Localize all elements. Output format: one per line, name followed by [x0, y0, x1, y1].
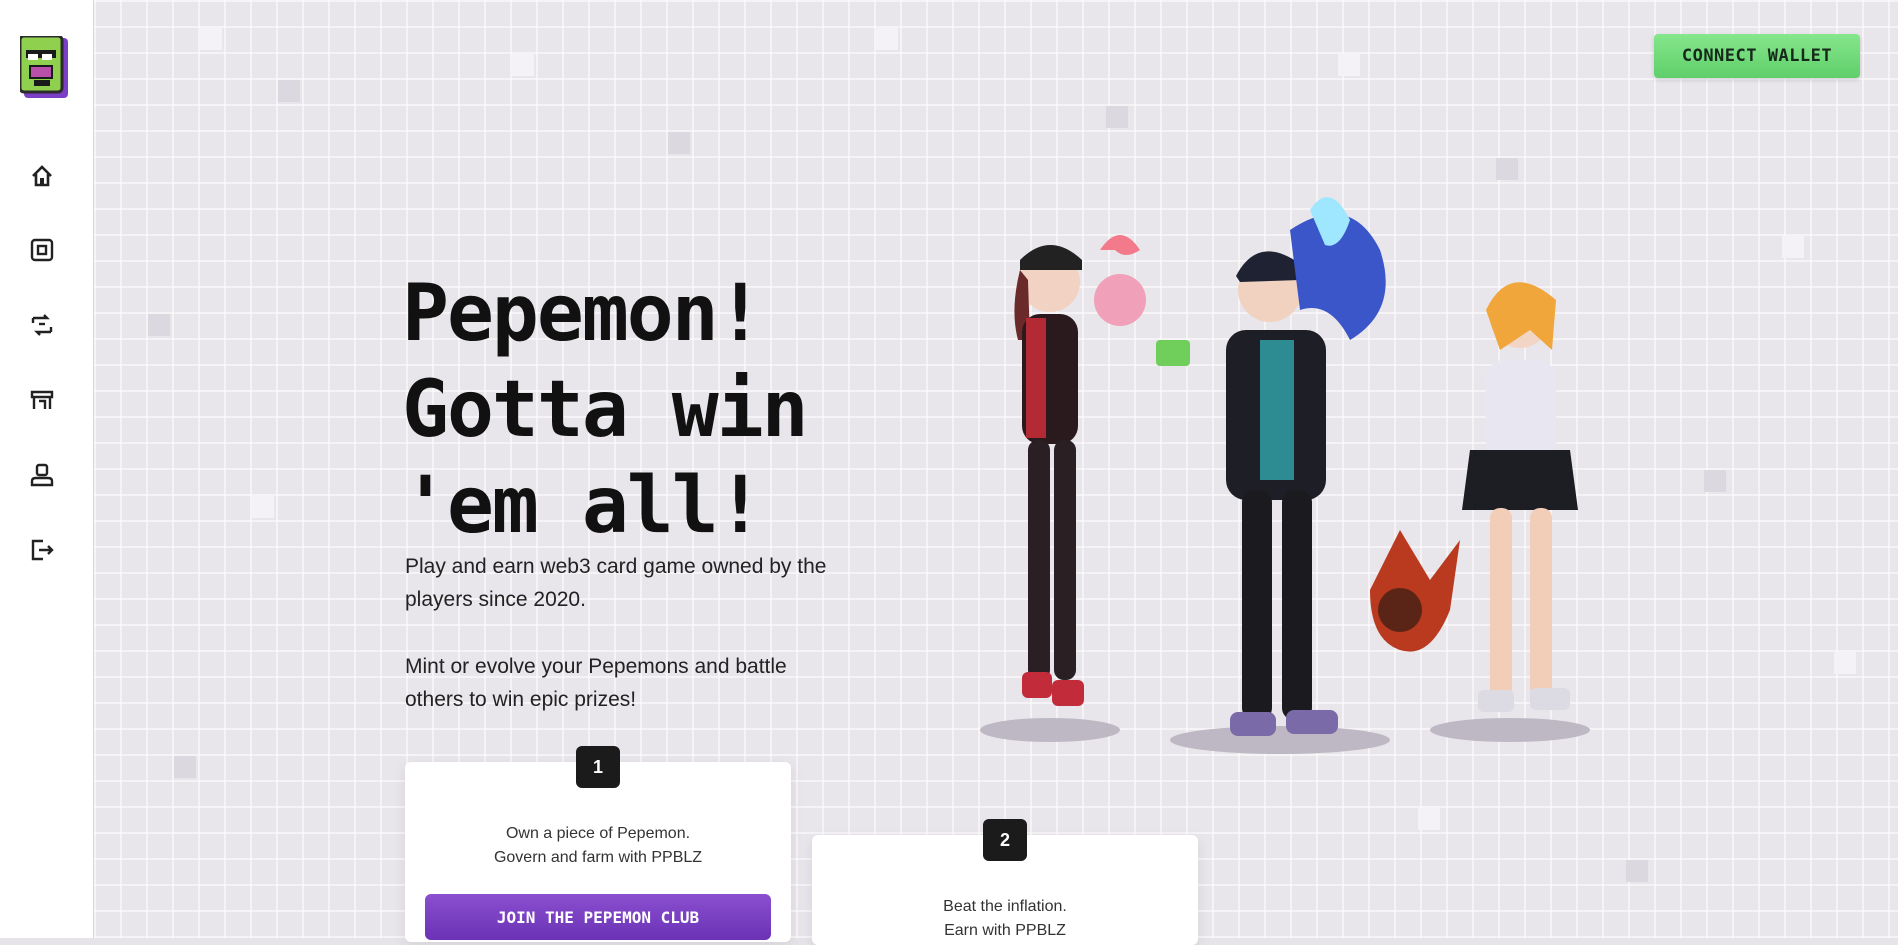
- step-number-badge: 2: [983, 819, 1027, 861]
- store-icon: [30, 390, 54, 409]
- home-icon: [32, 165, 52, 187]
- nav-logout[interactable]: [22, 530, 62, 570]
- hero-description: Play and earn web3 card game owned by th…: [405, 555, 827, 611]
- background-tile: [174, 756, 196, 778]
- background-tile: [1704, 470, 1726, 492]
- nav-swap[interactable]: [22, 305, 62, 345]
- card-icon: [30, 238, 54, 262]
- background-tile: [512, 54, 534, 76]
- swap-icon: [31, 314, 53, 336]
- feature-card-line: Own a piece of Pepemon.: [505, 825, 691, 842]
- feature-card-line: Beat the inflation.: [943, 898, 1067, 915]
- hero-title-line: Pepemon!: [402, 269, 764, 359]
- hero-title-line: 'em all!: [402, 461, 764, 551]
- background-tile: [1834, 652, 1856, 674]
- hero-description-secondary: Mint or evolve your Pepemons and battle …: [405, 655, 787, 711]
- hero-title-line: Gotta win: [402, 365, 809, 455]
- background-tile: [148, 314, 170, 336]
- background-tile: [876, 28, 898, 50]
- characters-illustration: [980, 197, 1590, 754]
- join-club-button[interactable]: JOIN THE PEPEMON CLUB: [425, 894, 771, 940]
- connect-wallet-button[interactable]: CONNECT WALLET: [1654, 34, 1860, 78]
- background-tile: [278, 80, 300, 102]
- nav-store[interactable]: [22, 380, 62, 420]
- background-tile: [1338, 54, 1360, 76]
- feature-card-line: Govern and farm with PPBLZ: [493, 849, 703, 866]
- background-tile: [252, 496, 274, 518]
- background-tile: [1782, 236, 1804, 258]
- hero-title: Pepemon! Gotta win 'em all!: [402, 266, 902, 554]
- pepemon-logo-icon[interactable]: [18, 34, 70, 102]
- background-tile: [200, 28, 222, 50]
- background-tile: [1106, 106, 1128, 128]
- feature-card-line: Earn with PPBLZ: [944, 922, 1066, 939]
- nav-cards[interactable]: [22, 230, 62, 270]
- background-tile: [1626, 860, 1648, 882]
- feature-card-1: 1 Own a piece of Pepemon. Govern and far…: [405, 746, 791, 942]
- background-tile: [668, 132, 690, 154]
- background-tile: [1496, 158, 1518, 180]
- step-number-badge: 1: [576, 746, 620, 788]
- background-tile: [1418, 808, 1440, 830]
- nav-home[interactable]: [22, 156, 62, 196]
- logout-icon: [31, 539, 54, 561]
- feature-card-2: 2 Beat the inflation. Earn with PPBLZ: [812, 819, 1198, 945]
- sidebar: [0, 0, 94, 938]
- user-icon: [30, 463, 54, 487]
- nav-profile[interactable]: [22, 455, 62, 495]
